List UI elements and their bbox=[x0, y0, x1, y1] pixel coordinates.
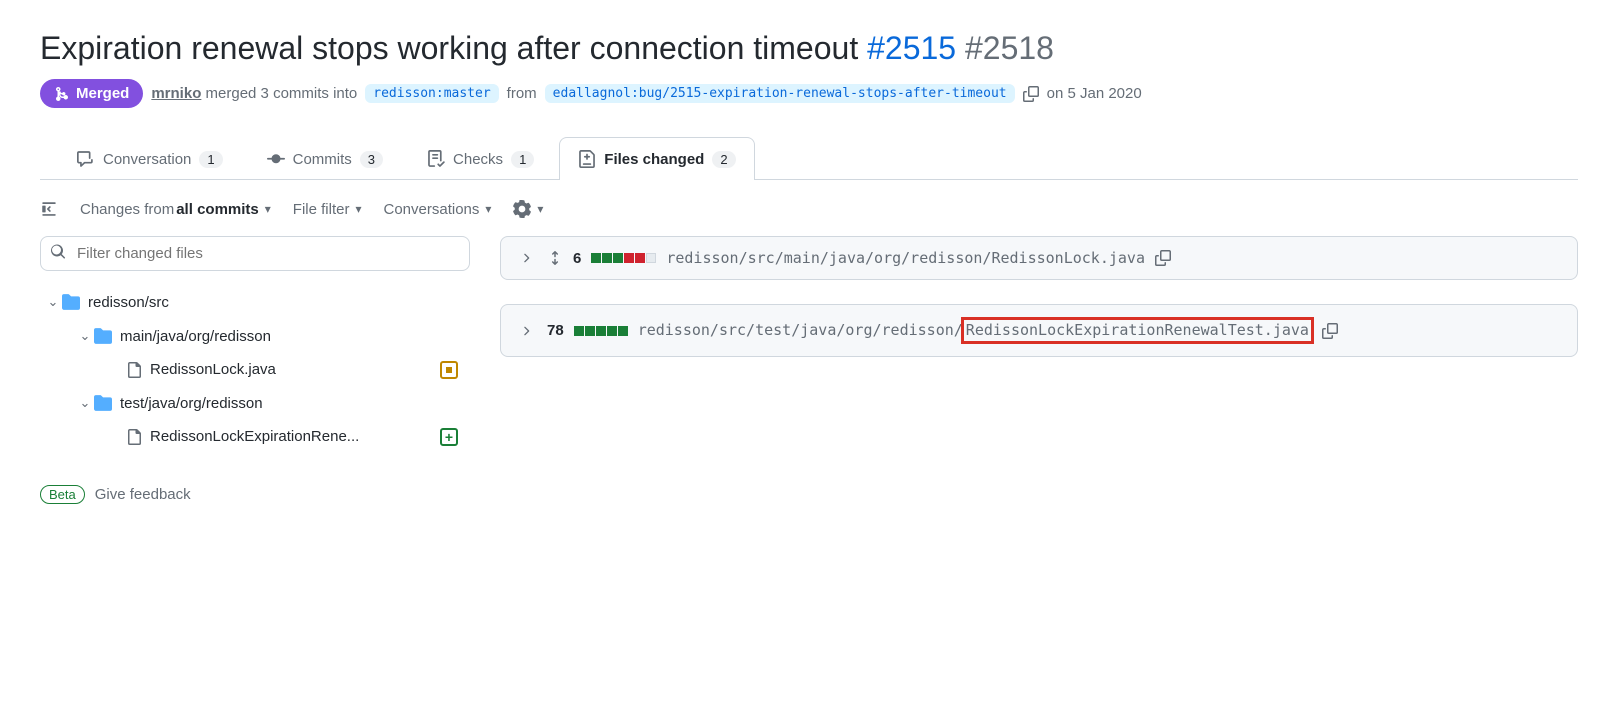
file-filter-dropdown[interactable]: File filter bbox=[293, 201, 362, 218]
file-icon bbox=[126, 429, 142, 445]
copy-branch-icon[interactable] bbox=[1023, 86, 1039, 102]
chevron-down-icon[interactable]: ⌄ bbox=[44, 294, 62, 310]
search-icon bbox=[50, 243, 66, 264]
checklist-icon bbox=[427, 150, 445, 168]
file-diff-icon bbox=[578, 150, 596, 168]
diff-content: ⌄ redisson/src ⌄ main/java/org/redisson … bbox=[40, 236, 1578, 504]
tab-label: Checks bbox=[453, 151, 503, 168]
tab-label: Commits bbox=[293, 151, 352, 168]
file-path[interactable]: redisson/src/test/java/org/redisson/Redi… bbox=[638, 317, 1312, 344]
copy-path-icon[interactable] bbox=[1155, 250, 1171, 266]
pr-title-text: Expiration renewal stops working after c… bbox=[40, 30, 858, 66]
tab-checks[interactable]: Checks 1 bbox=[408, 137, 553, 180]
tab-label: Conversation bbox=[103, 151, 191, 168]
base-branch[interactable]: redisson:master bbox=[365, 84, 498, 103]
chevron-down-icon[interactable]: ⌄ bbox=[76, 328, 94, 344]
added-badge-icon bbox=[440, 428, 458, 446]
file-icon bbox=[126, 362, 142, 378]
merged-label: Merged bbox=[76, 85, 129, 102]
diff-main: 6 redisson/src/main/java/org/redisson/Red… bbox=[500, 236, 1578, 381]
tab-commits[interactable]: Commits 3 bbox=[248, 137, 402, 180]
merge-date: on 5 Jan 2020 bbox=[1047, 85, 1142, 102]
tree-folder-label: redisson/src bbox=[88, 294, 169, 311]
tree-file-label: RedissonLock.java bbox=[150, 361, 276, 378]
tree-file-expirationtest[interactable]: RedissonLockExpirationRene... bbox=[40, 420, 470, 453]
file-diff-header: 78 redisson/src/test/java/org/redisson/Re… bbox=[500, 304, 1578, 357]
tab-count: 3 bbox=[360, 151, 383, 168]
tab-count: 1 bbox=[511, 151, 534, 168]
beta-badge: Beta bbox=[40, 485, 85, 504]
tree-folder-main[interactable]: ⌄ main/java/org/redisson bbox=[40, 319, 470, 353]
linked-issue-link[interactable]: #2515 bbox=[867, 30, 956, 66]
tab-conversation[interactable]: Conversation 1 bbox=[58, 137, 242, 180]
tree-folder-root[interactable]: ⌄ redisson/src bbox=[40, 285, 470, 319]
changes-from-dropdown[interactable]: Changes from all commits bbox=[80, 201, 271, 218]
diff-lines-count: 78 bbox=[547, 322, 564, 339]
file-diff-header: 6 redisson/src/main/java/org/redisson/Red… bbox=[500, 236, 1578, 280]
comment-discussion-icon bbox=[77, 150, 95, 168]
pr-tabs: Conversation 1 Commits 3 Checks 1 Files … bbox=[40, 136, 1578, 180]
diff-stat-squares bbox=[574, 326, 628, 336]
chevron-down-icon[interactable]: ⌄ bbox=[76, 395, 94, 411]
git-merge-icon bbox=[54, 86, 70, 102]
tree-file-redissonlock[interactable]: RedissonLock.java bbox=[40, 353, 470, 386]
diff-toolbar: Changes from all commits File filter Con… bbox=[40, 200, 1578, 236]
from-text: from bbox=[507, 85, 537, 102]
tree-file-label: RedissonLockExpirationRene... bbox=[150, 428, 359, 445]
merged-badge: Merged bbox=[40, 79, 143, 108]
file-tree-sidebar: ⌄ redisson/src ⌄ main/java/org/redisson … bbox=[40, 236, 470, 504]
folder-icon bbox=[94, 327, 112, 345]
tab-label: Files changed bbox=[604, 151, 704, 168]
conversations-dropdown[interactable]: Conversations bbox=[384, 201, 492, 218]
pr-title-row: Expiration renewal stops working after c… bbox=[40, 30, 1578, 67]
tab-count: 2 bbox=[712, 151, 735, 168]
folder-icon bbox=[62, 293, 80, 311]
tree-folder-test[interactable]: ⌄ test/java/org/redisson bbox=[40, 386, 470, 420]
diff-settings-dropdown[interactable] bbox=[513, 200, 543, 218]
feedback-row: Beta Give feedback bbox=[40, 485, 470, 504]
meta-action-text: merged 3 commits into bbox=[206, 85, 358, 102]
pr-meta-row: Merged mrniko merged 3 commits into redi… bbox=[40, 79, 1578, 108]
head-branch[interactable]: edallagnol:bug/2515-expiration-renewal-s… bbox=[545, 84, 1015, 103]
file-path[interactable]: redisson/src/main/java/org/redisson/Redi… bbox=[666, 249, 1145, 267]
filter-files-input[interactable] bbox=[40, 236, 470, 271]
expand-all-icon[interactable] bbox=[547, 250, 563, 266]
tree-folder-label: test/java/org/redisson bbox=[120, 395, 263, 412]
pr-number: #2518 bbox=[965, 30, 1054, 66]
sidebar-collapse-icon[interactable] bbox=[40, 200, 58, 218]
chevron-right-icon[interactable] bbox=[515, 324, 537, 338]
folder-icon bbox=[94, 394, 112, 412]
file-path-filename: RedissonLockExpirationRenewalTest.java bbox=[961, 317, 1314, 344]
diff-stat-squares bbox=[591, 253, 656, 263]
copy-path-icon[interactable] bbox=[1322, 323, 1338, 339]
tree-folder-label: main/java/org/redisson bbox=[120, 328, 271, 345]
tab-files-changed[interactable]: Files changed 2 bbox=[559, 137, 754, 180]
chevron-right-icon[interactable] bbox=[515, 251, 537, 265]
file-path-filename: RedissonLock.java bbox=[991, 249, 1145, 267]
diff-lines-count: 6 bbox=[573, 250, 581, 267]
give-feedback-link[interactable]: Give feedback bbox=[95, 486, 191, 503]
tab-count: 1 bbox=[199, 151, 222, 168]
git-commit-icon bbox=[267, 150, 285, 168]
gear-icon bbox=[513, 200, 531, 218]
author-link[interactable]: mrniko bbox=[151, 85, 201, 102]
modified-badge-icon bbox=[440, 361, 458, 379]
